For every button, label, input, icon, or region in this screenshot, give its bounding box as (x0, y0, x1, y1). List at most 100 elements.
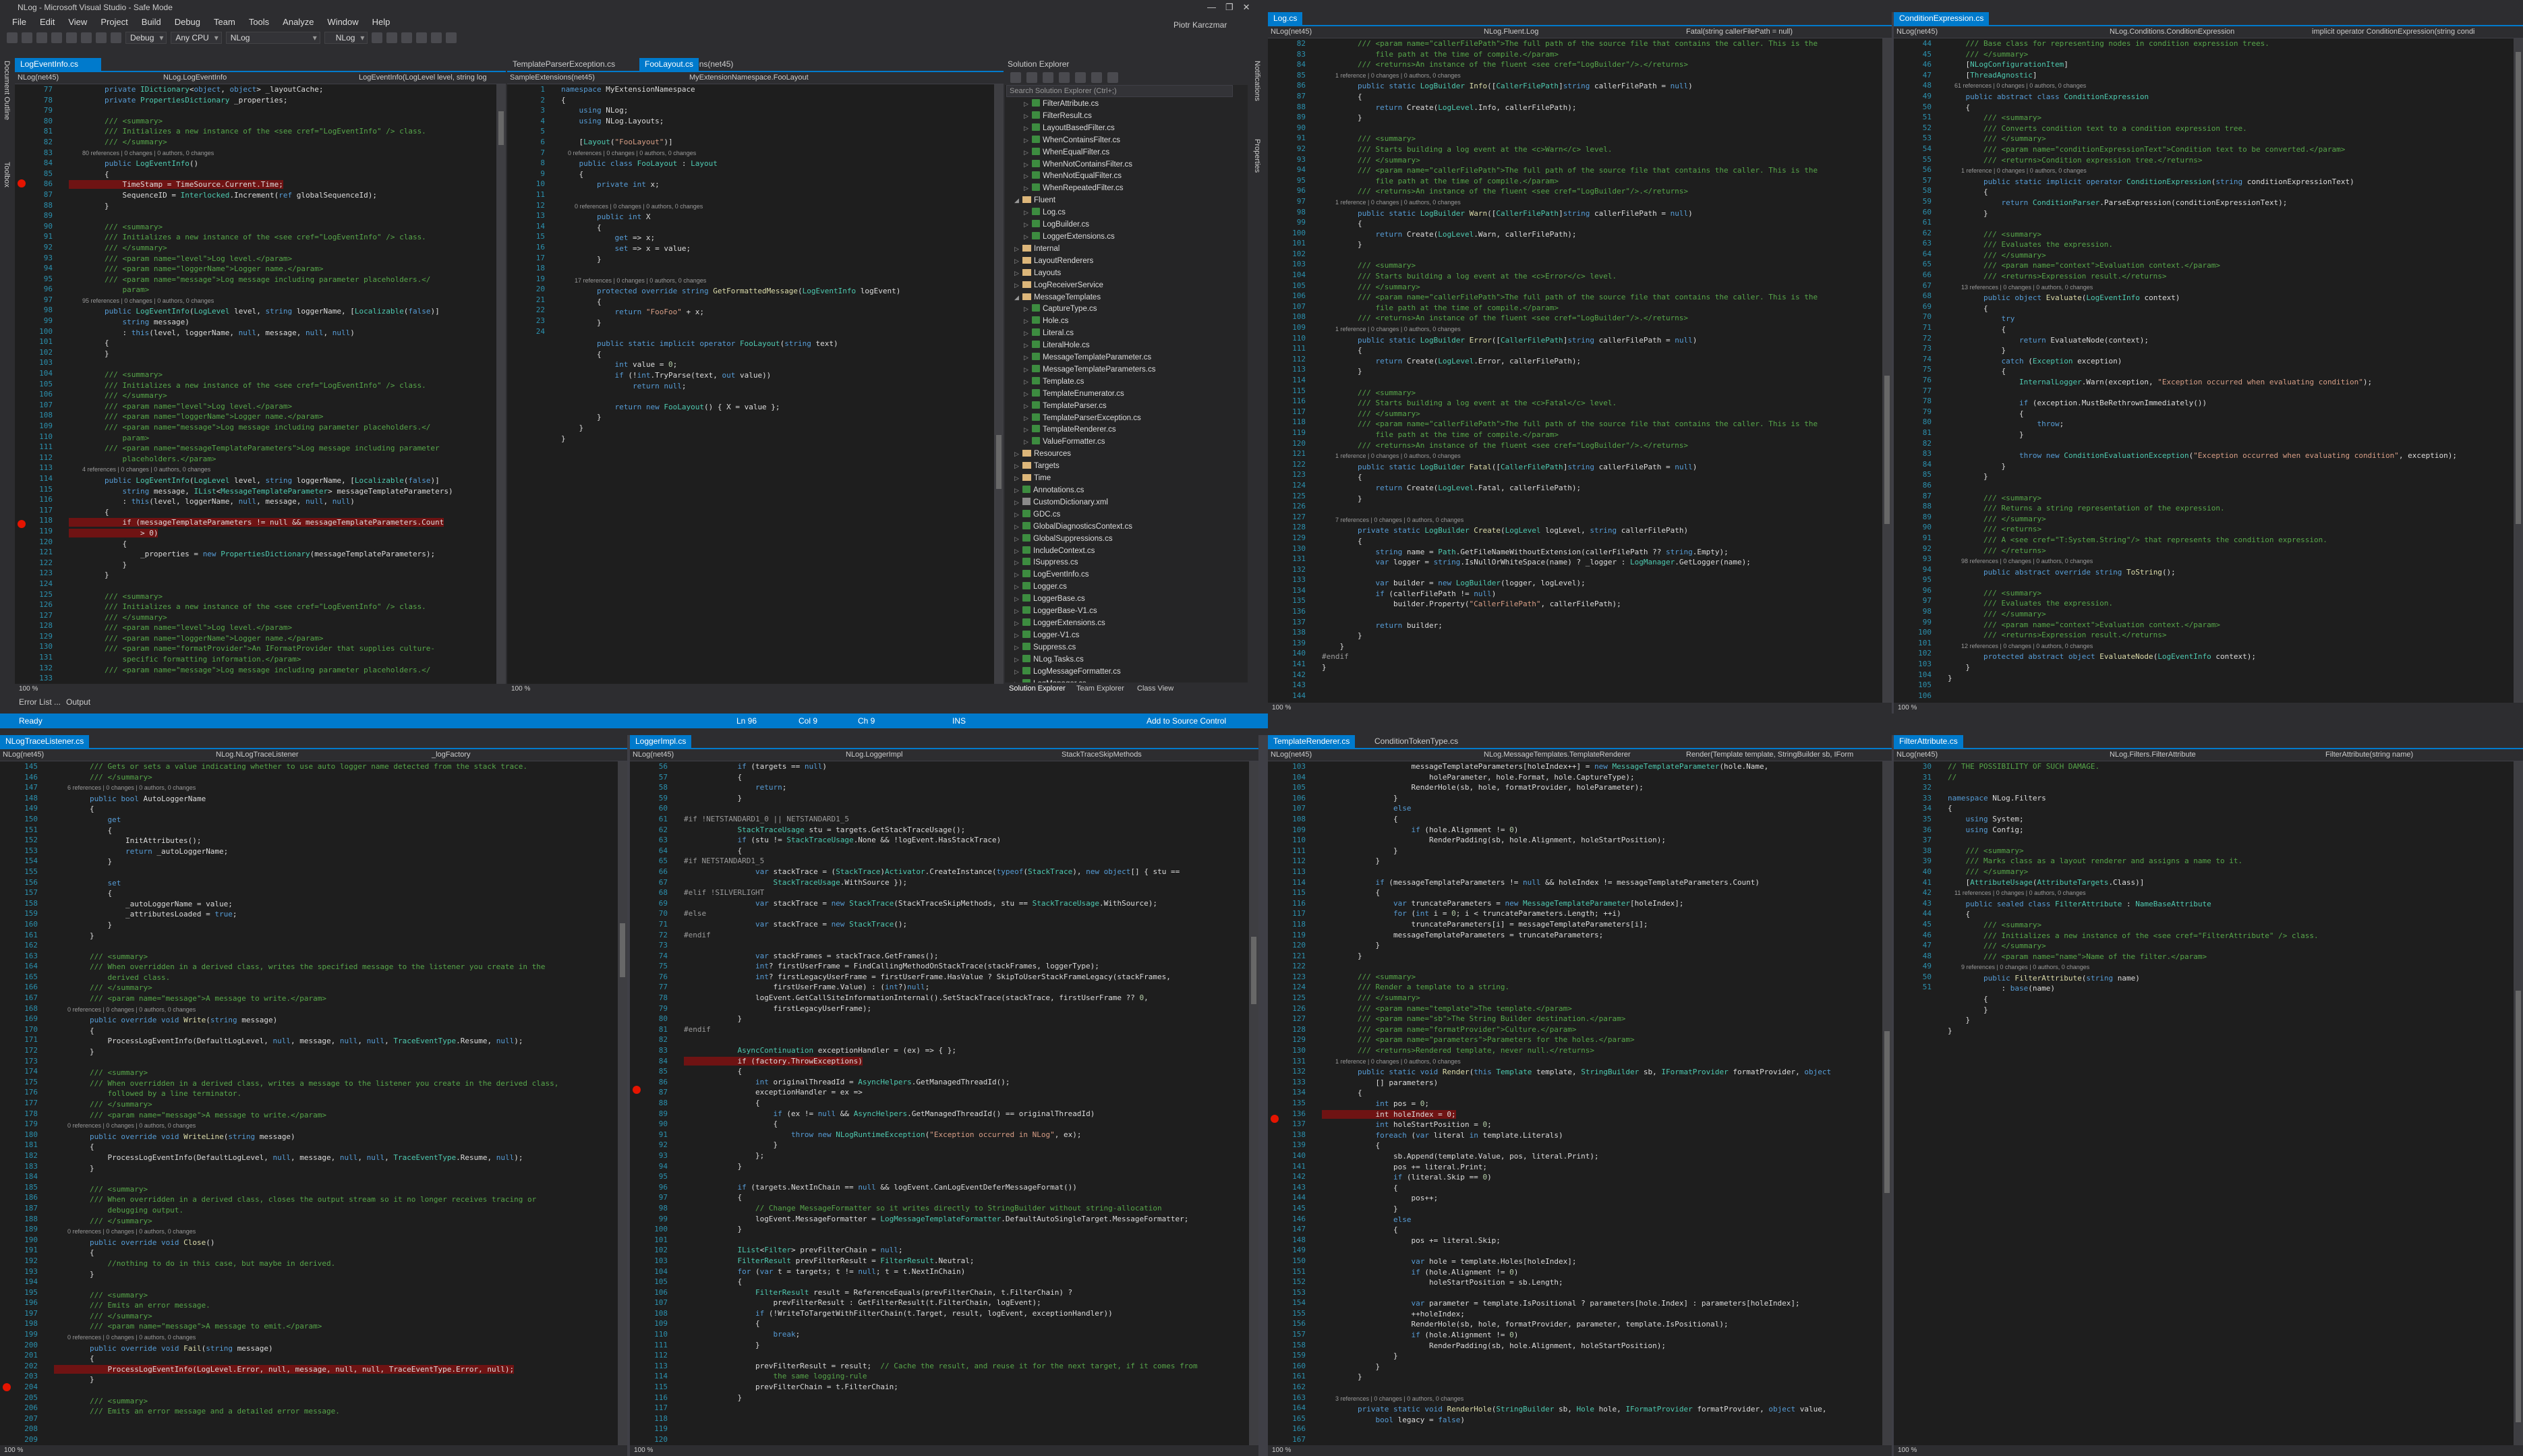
nav-project[interactable]: NLog(net45) (1896, 749, 1938, 761)
new-project-icon[interactable] (36, 32, 47, 43)
tab-error-list[interactable]: Error List ... (19, 695, 61, 709)
nav-type[interactable]: NLog.LogEventInfo (163, 72, 227, 84)
solution-item[interactable]: ▷ LogEventInfo.cs (1005, 569, 1268, 581)
notifications-tab[interactable]: Notifications (1253, 61, 1261, 101)
editor-pane-templaterenderer[interactable]: TemplateRenderer.cs ConditionTokenType.c… (1268, 735, 1892, 1456)
collapsed-arrow-icon[interactable]: ▷ (1014, 497, 1022, 509)
properties-icon[interactable] (1091, 72, 1102, 83)
indent-icon[interactable] (431, 32, 442, 43)
solution-item[interactable]: ▷ Literal.cs (1005, 328, 1268, 340)
collapsed-arrow-icon[interactable]: ▷ (1024, 303, 1032, 316)
solution-item[interactable]: ▷ FilterResult.cs (1005, 111, 1268, 123)
save-icon[interactable] (66, 32, 77, 43)
solution-item[interactable]: ▷ LayoutRenderers (1005, 256, 1268, 268)
code-editor[interactable]: private IDictionary<object, object> _lay… (69, 84, 496, 684)
vertical-scrollbar[interactable] (618, 761, 627, 1445)
tab-templateparserexception[interactable]: TemplateParserException.cs (507, 58, 620, 71)
collapsed-arrow-icon[interactable]: ▷ (1014, 557, 1022, 569)
solution-item[interactable]: ▷ TemplateEnumerator.cs (1005, 388, 1268, 401)
solution-item[interactable]: ▷ WhenEqualFilter.cs (1005, 147, 1268, 159)
solution-search-input[interactable]: Search Solution Explorer (Ctrl+;) (1006, 85, 1233, 97)
tab-filterattribute[interactable]: FilterAttribute.cs (1894, 735, 1963, 748)
vertical-scrollbar[interactable] (994, 84, 1004, 684)
solution-item[interactable]: ▷ WhenNotEqualFilter.cs (1005, 171, 1268, 183)
outdent-icon[interactable] (446, 32, 457, 43)
home-icon[interactable] (1010, 72, 1021, 83)
editor-pane-logeventinfo[interactable]: LogEventInfo.cs NLog(net45) NLog.LogEven… (15, 58, 506, 695)
collapse-all-icon[interactable] (1059, 72, 1070, 83)
collapsed-arrow-icon[interactable]: ▷ (1014, 509, 1022, 521)
solution-item[interactable]: ▷ WhenRepeatedFilter.cs (1005, 183, 1268, 195)
forward-icon[interactable] (22, 32, 32, 43)
source-control-button[interactable]: Add to Source Control (1147, 714, 1226, 728)
solution-item[interactable]: ▷ Logger-V1.cs (1005, 630, 1268, 642)
zoom-level[interactable]: 100 % (0, 1445, 627, 1456)
code-editor[interactable]: messageTemplateParameters[holeIndex++] =… (1322, 761, 1882, 1445)
collapsed-arrow-icon[interactable]: ▷ (1024, 328, 1032, 340)
solution-item[interactable]: ▷ Logger.cs (1005, 581, 1268, 593)
solution-item[interactable]: ▷ LoggerBase.cs (1005, 593, 1268, 606)
collapsed-arrow-icon[interactable]: ▷ (1024, 111, 1032, 123)
collapsed-arrow-icon[interactable]: ▷ (1024, 219, 1032, 231)
solution-item[interactable]: ▷ WhenContainsFilter.cs (1005, 135, 1268, 147)
collapsed-arrow-icon[interactable]: ▷ (1024, 352, 1032, 364)
user-account[interactable]: Piotr Karczmar (1173, 20, 1227, 30)
collapsed-arrow-icon[interactable]: ▷ (1024, 207, 1032, 219)
platform-select[interactable]: Any CPU (171, 32, 222, 44)
vertical-scrollbar[interactable] (2514, 38, 2523, 703)
editor-pane-filterattribute[interactable]: FilterAttribute.cs NLog(net45) NLog.Filt… (1894, 735, 2523, 1456)
document-outline-tab[interactable]: Document Outline (3, 61, 11, 120)
zoom-level[interactable]: 100 % (1894, 703, 2523, 714)
bookmark-icon[interactable] (386, 32, 398, 43)
collapsed-arrow-icon[interactable]: ▷ (1014, 461, 1022, 473)
collapsed-arrow-icon[interactable]: ▷ (1024, 171, 1032, 183)
solution-item[interactable]: ▷ GlobalDiagnosticsContext.cs (1005, 521, 1268, 533)
tab-team-explorer[interactable]: Team Explorer (1076, 682, 1124, 695)
collapsed-arrow-icon[interactable]: ▷ (1024, 436, 1032, 448)
menu-analyze[interactable]: Analyze (276, 15, 320, 30)
nav-project[interactable]: NLog(net45) (1271, 26, 1312, 38)
collapsed-arrow-icon[interactable]: ▷ (1024, 424, 1032, 436)
nav-member[interactable]: Render(Template template, StringBuilder … (1686, 749, 1853, 761)
collapsed-arrow-icon[interactable]: ▷ (1024, 98, 1032, 111)
collapsed-arrow-icon[interactable]: ▷ (1014, 654, 1022, 666)
collapsed-arrow-icon[interactable]: ▷ (1014, 485, 1022, 497)
solution-item[interactable]: ▷ CustomDictionary.xml (1005, 497, 1268, 509)
solution-item[interactable]: ▷ ISuppress.cs (1005, 557, 1268, 569)
vertical-scrollbar[interactable] (1249, 761, 1258, 1445)
collapsed-arrow-icon[interactable]: ▷ (1024, 413, 1032, 425)
solution-item[interactable]: ▷ Log.cs (1005, 207, 1268, 219)
maximize-icon[interactable]: ❐ (1225, 0, 1234, 15)
zoom-level[interactable]: 100 % (1268, 1445, 1892, 1456)
solution-item[interactable]: ▷ IncludeContext.cs (1005, 546, 1268, 558)
tab-log[interactable]: Log.cs (1268, 12, 1303, 25)
code-editor[interactable]: /// Base class for representing nodes in… (1948, 38, 2514, 703)
tab-conditiontokentype[interactable]: ConditionTokenType.cs (1369, 735, 1463, 748)
toolbox-tab[interactable]: Toolbox (3, 162, 11, 187)
properties-tab[interactable]: Properties (1253, 139, 1261, 173)
tab-class-view[interactable]: Class View (1137, 682, 1173, 695)
tab-loggerimpl[interactable]: LoggerImpl.cs (630, 735, 692, 748)
solution-item[interactable]: ▷ FilterAttribute.cs (1005, 98, 1268, 111)
menu-window[interactable]: Window (320, 15, 365, 30)
solution-item[interactable]: ▷ LogMessageFormatter.cs (1005, 666, 1268, 678)
solution-item[interactable]: ▷ LogReceiverService (1005, 280, 1268, 292)
collapsed-arrow-icon[interactable]: ▷ (1014, 618, 1022, 630)
start-debug-button[interactable]: NLog (324, 32, 368, 44)
solution-item[interactable]: ▷ WhenNotContainsFilter.cs (1005, 159, 1268, 171)
collapsed-arrow-icon[interactable]: ▷ (1014, 642, 1022, 654)
editor-pane-nlogtracelistener[interactable]: NLogTraceListener.cs NLog(net45) NLog.NL… (0, 735, 627, 1456)
menu-debug[interactable]: Debug (168, 15, 207, 30)
solution-item[interactable]: ▷ LoggerBase-V1.cs (1005, 606, 1268, 618)
attach-icon[interactable] (372, 32, 383, 43)
menu-build[interactable]: Build (135, 15, 168, 30)
breakpoint-icon[interactable] (18, 520, 26, 528)
nav-type[interactable]: MyExtensionNamespace.FooLayout (689, 72, 809, 84)
collapsed-arrow-icon[interactable]: ▷ (1014, 533, 1022, 546)
collapsed-arrow-icon[interactable]: ▷ (1014, 473, 1022, 485)
collapsed-arrow-icon[interactable]: ▷ (1024, 401, 1032, 413)
tab-templaterenderer[interactable]: TemplateRenderer.cs (1268, 735, 1356, 748)
sync-icon[interactable] (1026, 72, 1037, 83)
solution-item[interactable]: ▷ LoggerExtensions.cs (1005, 618, 1268, 630)
tab-output[interactable]: Output (66, 695, 90, 709)
